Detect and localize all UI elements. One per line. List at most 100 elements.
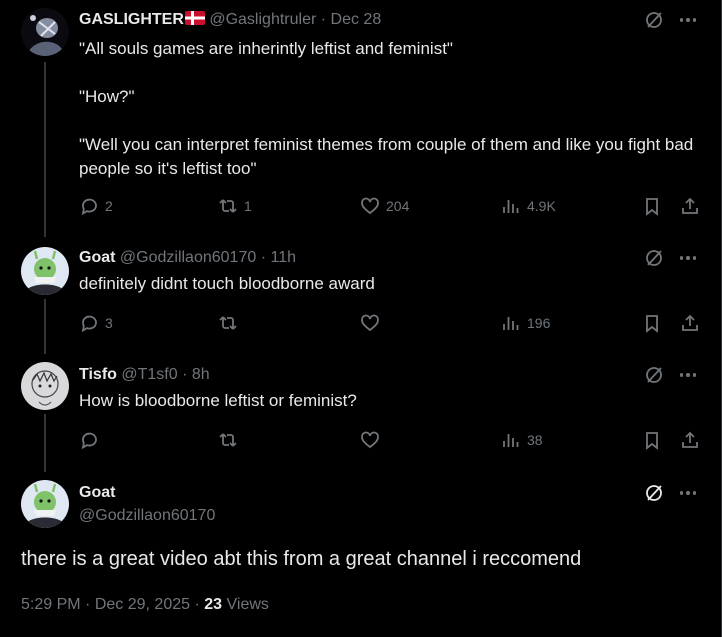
display-name[interactable]: Goat xyxy=(79,249,115,266)
tweet-header: Goat @Godzillaon60170 · 11h xyxy=(79,248,296,268)
views-button[interactable]: 38 xyxy=(501,430,543,450)
like-button[interactable] xyxy=(360,430,380,450)
tweet-timestamp[interactable]: 11h xyxy=(270,249,296,266)
tweet-text-line: How is bloodborne leftist or feminist? xyxy=(79,391,357,410)
user-handle[interactable]: @T1sf0 xyxy=(121,366,177,383)
tweet-top-actions xyxy=(644,483,698,503)
bookmark-button[interactable] xyxy=(642,430,662,450)
repost-icon xyxy=(219,316,237,330)
reply-button[interactable] xyxy=(79,430,99,450)
avatar-goat[interactable] xyxy=(21,480,69,528)
avatar-goat[interactable] xyxy=(21,247,69,295)
repost-button[interactable] xyxy=(218,430,238,450)
display-name[interactable]: Tisfo xyxy=(79,366,117,383)
bookmark-button[interactable] xyxy=(642,313,662,333)
tweet-timestamp[interactable]: Dec 28 xyxy=(331,11,382,28)
post-time[interactable]: 5:29 PM xyxy=(21,596,81,613)
like-count: 204 xyxy=(386,198,410,214)
post-date[interactable]: Dec 29, 2025 xyxy=(95,596,190,613)
separator-dot: · xyxy=(85,596,91,613)
user-handle[interactable]: @Godzillaon60170 xyxy=(79,506,215,526)
like-button[interactable]: 204 xyxy=(360,196,409,216)
repost-icon xyxy=(219,433,237,447)
repost-count: 1 xyxy=(244,198,252,214)
views-count: 196 xyxy=(527,315,551,331)
bookmark-button[interactable] xyxy=(642,196,662,216)
more-icon[interactable] xyxy=(678,365,698,385)
like-button[interactable] xyxy=(360,313,380,333)
denmark-flag-icon xyxy=(184,11,205,25)
reply-count: 3 xyxy=(105,315,113,331)
user-handle[interactable]: @Gaslightruler xyxy=(209,11,316,28)
tweet-top-actions xyxy=(644,248,698,268)
avatar-tisfo[interactable] xyxy=(21,362,69,410)
grok-icon[interactable] xyxy=(644,365,664,385)
bookmark-icon xyxy=(646,198,658,216)
share-button[interactable] xyxy=(680,313,700,333)
repost-icon xyxy=(219,199,237,213)
tweet-actions: 3 196 xyxy=(79,313,704,333)
reply-icon xyxy=(81,432,97,450)
thread-connector xyxy=(44,62,46,237)
separator-dot: · xyxy=(194,596,200,613)
thread-connector xyxy=(44,414,46,472)
views-icon xyxy=(503,200,519,213)
views-icon xyxy=(503,434,519,447)
share-icon xyxy=(682,431,698,448)
separator-dot: · xyxy=(320,11,327,28)
grok-icon[interactable] xyxy=(644,10,664,30)
tweet-gaslighter[interactable]: GASLIGHTER @Gaslightruler · Dec 28 "All … xyxy=(0,0,720,237)
tweet-header: Goat @Godzillaon60170 xyxy=(79,483,215,526)
tweet-header: Tisfo @T1sf0 · 8h xyxy=(79,365,210,385)
reply-count: 2 xyxy=(105,198,113,214)
tweet-header: GASLIGHTER @Gaslightruler · Dec 28 xyxy=(79,10,381,30)
conversation-thread: GASLIGHTER @Gaslightruler · Dec 28 "All … xyxy=(0,0,722,637)
grok-icon[interactable] xyxy=(644,483,664,503)
more-icon[interactable] xyxy=(678,10,698,30)
tweet-actions: 38 xyxy=(79,430,704,450)
bookmark-icon xyxy=(646,315,658,333)
tweet-text-line: definitely didnt touch bloodborne award xyxy=(79,274,375,293)
bookmark-icon xyxy=(646,432,658,450)
tweet-text-line: "All souls games are inherintly leftist … xyxy=(79,39,453,58)
tweet-timestamp[interactable]: 8h xyxy=(192,366,210,383)
avatar-gaslighter[interactable] xyxy=(21,8,69,56)
tweet-top-actions xyxy=(644,10,698,30)
reply-icon xyxy=(81,198,97,216)
thread-connector xyxy=(44,299,46,354)
reply-button[interactable]: 2 xyxy=(79,196,113,216)
views-button[interactable]: 4.9K xyxy=(501,196,556,216)
tweet-text-line: "Well you can interpret feminist themes … xyxy=(79,135,694,178)
tweet-goat-reply[interactable]: Goat @Godzillaon60170 · 11h definitely d… xyxy=(0,237,720,354)
views-button[interactable]: 196 xyxy=(501,313,550,333)
share-button[interactable] xyxy=(680,196,700,216)
tweet-text: definitely didnt touch bloodborne award xyxy=(79,272,694,296)
more-icon[interactable] xyxy=(678,483,698,503)
grok-icon[interactable] xyxy=(644,248,664,268)
views-label: Views xyxy=(226,596,269,613)
share-icon xyxy=(682,314,698,331)
separator-dot: · xyxy=(182,366,188,383)
views-icon xyxy=(503,317,519,330)
share-button[interactable] xyxy=(680,430,700,450)
views-count: 4.9K xyxy=(527,198,556,214)
tweet-text: "All souls games are inherintly leftist … xyxy=(79,37,694,181)
user-handle[interactable]: @Godzillaon60170 xyxy=(120,249,256,266)
repost-button[interactable] xyxy=(218,313,238,333)
tweet-tisfo-reply[interactable]: Tisfo @T1sf0 · 8h How is bloodborne left… xyxy=(0,354,720,472)
tweet-top-actions xyxy=(644,365,698,385)
separator-dot: · xyxy=(260,249,267,266)
views-count: 23 xyxy=(204,596,223,613)
tweet-text-line: "How?" xyxy=(79,87,135,106)
like-icon xyxy=(361,431,379,449)
like-icon xyxy=(361,197,379,215)
display-name[interactable]: Goat xyxy=(79,483,215,503)
display-name[interactable]: GASLIGHTER xyxy=(79,11,184,28)
more-icon[interactable] xyxy=(678,248,698,268)
reply-button[interactable]: 3 xyxy=(79,313,113,333)
tweet-actions: 2 1 204 4.9K xyxy=(79,196,704,216)
focal-tweet-text: there is a great video abt this from a g… xyxy=(21,548,582,570)
focal-tweet-meta: 5:29 PM · Dec 29, 2025 · 23 Views xyxy=(21,596,269,614)
views-count: 38 xyxy=(527,432,543,448)
repost-button[interactable]: 1 xyxy=(218,196,252,216)
